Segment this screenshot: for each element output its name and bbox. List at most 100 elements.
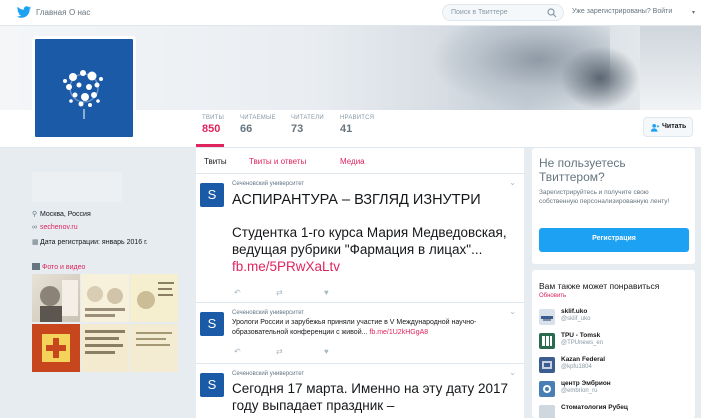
tweet-heading: АСПИРАНТУРА – ВЗГЛЯД ИЗНУТРИ bbox=[232, 192, 481, 208]
stat-label: ЧИТАТЕЛИ bbox=[291, 115, 324, 121]
avatar[interactable] bbox=[539, 309, 555, 325]
suggested-account-handle: @embrion_ru bbox=[561, 388, 598, 394]
tweet-link[interactable]: fb.me/5PRwXaLtv bbox=[232, 259, 340, 274]
stat-tweets[interactable]: ТВИТЫ 850 bbox=[202, 115, 224, 135]
like-icon[interactable]: ♥ bbox=[324, 347, 329, 356]
tweet[interactable]: S Сеченовский университет ⌄ Сегодня 17 м… bbox=[196, 365, 524, 418]
tweet[interactable]: S Сеченовский университет ⌄ Урологи Росс… bbox=[196, 304, 524, 364]
suggested-account-name[interactable]: Стоматология Рубец bbox=[561, 404, 628, 411]
chevron-down-icon[interactable]: ⌄ bbox=[509, 368, 516, 377]
reply-icon[interactable]: ↶ bbox=[234, 347, 241, 356]
tweet-body: Сегодня 17 марта. Именно на эту дату 201… bbox=[232, 381, 509, 413]
profile-joined: ▦Дата регистрации: январь 2016 г. bbox=[32, 238, 148, 246]
chevron-down-icon[interactable]: ⌄ bbox=[509, 178, 516, 187]
signup-button[interactable]: Регистрация bbox=[539, 228, 689, 252]
banner-image-part bbox=[560, 46, 640, 110]
search-placeholder: Поиск в Твиттере bbox=[451, 9, 508, 16]
tweet-link[interactable]: fb.me/1U2kHGgA8 bbox=[369, 329, 428, 336]
media-thumbnail[interactable] bbox=[130, 324, 178, 372]
timeline-tabs: Твиты Твиты и ответы Медиа bbox=[196, 148, 524, 174]
suggested-account-handle: @kpfu1804 bbox=[561, 364, 592, 370]
stat-value: 66 bbox=[240, 123, 253, 135]
media-thumbnail[interactable] bbox=[81, 324, 129, 372]
tweet-body: Студентка 1-го курса Мария Медведовская,… bbox=[232, 225, 507, 257]
avatar[interactable] bbox=[539, 381, 555, 397]
chevron-down-icon[interactable]: ⌄ bbox=[509, 307, 516, 316]
twitter-bird-icon[interactable] bbox=[16, 6, 32, 19]
tab-tweets-and-replies[interactable]: Твиты и ответы bbox=[249, 157, 306, 166]
tab-tweets[interactable]: Твиты bbox=[204, 157, 227, 166]
avatar[interactable] bbox=[539, 333, 555, 349]
banner-image-part bbox=[640, 26, 701, 110]
reply-icon[interactable]: ↶ bbox=[234, 288, 241, 297]
refresh-link[interactable]: Обновить bbox=[539, 293, 566, 299]
nav-about-link[interactable]: О нас bbox=[69, 8, 90, 17]
tweet-author[interactable]: Сеченовский университет bbox=[232, 310, 304, 316]
media-thumbnail[interactable] bbox=[130, 274, 178, 322]
suggested-account[interactable]: Стоматология Рубец bbox=[539, 404, 689, 418]
tweet[interactable]: S Сеченовский университет ⌄ АСПИРАНТУРА … bbox=[196, 175, 524, 303]
suggested-account-handle: @sklif_uko bbox=[561, 316, 591, 322]
tweet-body: Урологи России и зарубежья приняли участ… bbox=[232, 319, 477, 336]
tweet-author[interactable]: Сеченовский университет bbox=[232, 371, 304, 377]
signup-title: Не пользуетесь Твиттером? bbox=[539, 156, 626, 184]
follow-button[interactable]: Читать bbox=[643, 117, 693, 137]
suggested-account-name[interactable]: sklif.uko bbox=[561, 308, 587, 315]
media-section-title[interactable]: Фото и видео bbox=[32, 263, 85, 271]
tweet-avatar[interactable]: S bbox=[200, 312, 224, 336]
login-prompt-text: Уже зарегистрированы? bbox=[572, 8, 651, 15]
suggested-account-name[interactable]: Kazan Federal bbox=[561, 356, 605, 363]
suggested-account-name[interactable]: центр Эмбрион bbox=[561, 380, 611, 387]
stat-following[interactable]: ЧИТАЕМЫЕ 66 bbox=[240, 115, 276, 135]
nav-home-link[interactable]: Главная bbox=[36, 8, 66, 17]
media-thumbnail[interactable] bbox=[81, 274, 129, 322]
media-title-text: Фото и видео bbox=[42, 264, 86, 271]
avatar[interactable] bbox=[32, 36, 136, 140]
stat-label: НРАВИТСЯ bbox=[340, 115, 375, 121]
stat-label: ТВИТЫ bbox=[202, 115, 224, 121]
tweet-avatar[interactable]: S bbox=[200, 183, 224, 207]
retweet-icon[interactable]: ⇄ bbox=[276, 347, 283, 356]
suggested-account[interactable]: Kazan Federal @kpfu1804 bbox=[539, 356, 689, 378]
suggested-account[interactable]: sklif.uko @sklif_uko bbox=[539, 308, 689, 330]
who-to-follow-title: Вам также может понравиться bbox=[539, 281, 660, 291]
search-icon[interactable] bbox=[547, 8, 557, 18]
location-pin-icon: ⚲ bbox=[32, 211, 38, 218]
media-thumbnail[interactable] bbox=[32, 324, 80, 372]
stat-followers[interactable]: ЧИТАТЕЛИ 73 bbox=[291, 115, 324, 135]
suggested-account[interactable]: центр Эмбрион @embrion_ru bbox=[539, 380, 689, 402]
login-link[interactable]: Войти bbox=[653, 8, 673, 15]
add-user-icon bbox=[650, 124, 660, 132]
suggested-account[interactable]: TPU - Tomsk @TPUnews_en bbox=[539, 332, 689, 354]
active-stat-underline bbox=[196, 144, 224, 147]
profile-website: ∞ sechenov.ru bbox=[32, 224, 78, 231]
tweet-avatar[interactable]: S bbox=[200, 373, 224, 397]
location-text: Москва, Россия bbox=[40, 211, 91, 218]
signup-module: Не пользуетесь Твиттером? Зарегистрируйт… bbox=[532, 148, 695, 264]
avatar[interactable] bbox=[539, 357, 555, 373]
stat-value: 73 bbox=[291, 123, 304, 135]
stat-likes[interactable]: НРАВИТСЯ 41 bbox=[340, 115, 374, 135]
profile-name-placeholder bbox=[32, 172, 122, 202]
stat-label: ЧИТАЕМЫЕ bbox=[240, 115, 276, 121]
suggested-account-handle: @TPUnews_en bbox=[561, 340, 604, 346]
tab-media[interactable]: Медиа bbox=[340, 157, 365, 166]
media-thumbnail[interactable] bbox=[32, 274, 80, 322]
media-thumbnails bbox=[32, 274, 180, 374]
website-link[interactable]: sechenov.ru bbox=[40, 224, 78, 231]
retweet-icon[interactable]: ⇄ bbox=[276, 288, 283, 297]
like-icon[interactable]: ♥ bbox=[324, 288, 329, 297]
tweet-text: Студентка 1-го курса Мария Медведовская,… bbox=[232, 224, 518, 275]
tweet-author[interactable]: Сеченовский университет bbox=[232, 181, 304, 187]
timeline: Твиты Твиты и ответы Медиа S Сеченовский… bbox=[196, 148, 524, 418]
top-navigation: Главная О нас Поиск в Твиттере Уже зарег… bbox=[0, 0, 701, 26]
chevron-down-icon[interactable]: ▾ bbox=[692, 9, 695, 16]
login-prompt: Уже зарегистрированы? Войти bbox=[572, 8, 672, 15]
profile-location: ⚲ Москва, Россия bbox=[32, 210, 91, 218]
tweet-actions: ↶ ⇄ ♥ bbox=[234, 347, 354, 357]
tweet-text: Урологи России и зарубежья приняли участ… bbox=[232, 318, 520, 338]
signup-description: Зарегистрируйтесь и получите свою собств… bbox=[539, 189, 670, 205]
avatar[interactable] bbox=[539, 405, 555, 418]
suggested-account-name[interactable]: TPU - Tomsk bbox=[561, 332, 600, 339]
search-input[interactable]: Поиск в Твиттере bbox=[442, 4, 564, 21]
